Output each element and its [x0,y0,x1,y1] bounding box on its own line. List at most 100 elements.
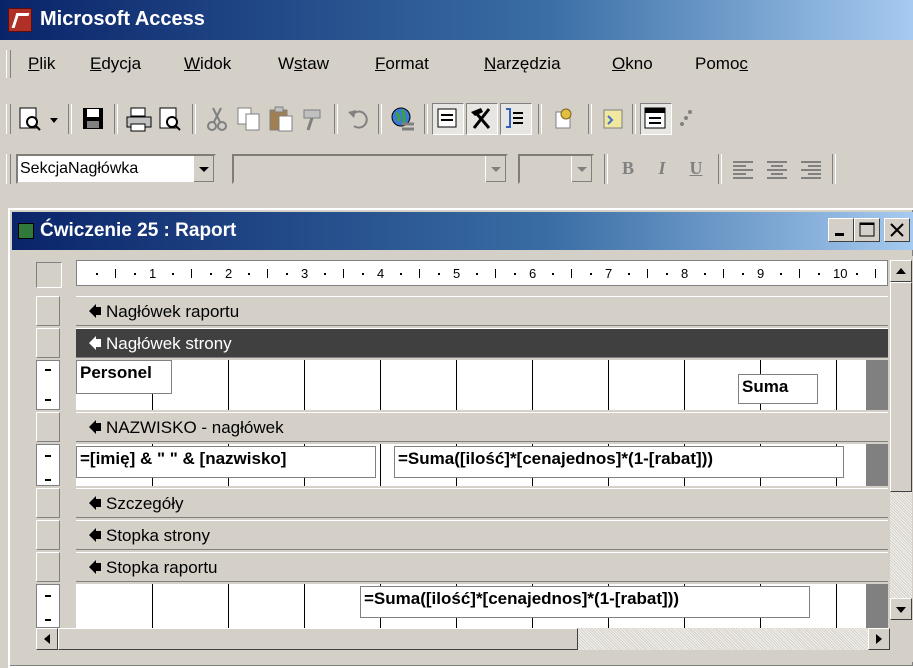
menu-bar: Plik Edycja Widok Wstaw Format Narzędzia… [0,40,913,88]
hyperlink-icon[interactable] [388,104,418,134]
chevron-down-icon[interactable] [193,156,214,182]
toolbar-grip[interactable] [6,154,11,184]
toolbar-separator [588,104,592,134]
print-icon[interactable] [124,104,154,134]
save-icon[interactable] [78,104,108,134]
code-icon[interactable] [598,104,628,134]
textbox-report-sum[interactable]: =Suma([ilość]*[cenajednos]*(1-[rabat])) [360,586,810,618]
page-header-section[interactable]: Personel Suma [76,360,888,410]
section-selector[interactable] [36,520,60,550]
properties-icon[interactable] [640,103,672,135]
textbox-name-expression[interactable]: =[imię] & " " & [nazwisko] [76,446,376,478]
align-left-icon[interactable] [728,154,758,184]
toolbar-separator [192,104,196,134]
menu-edycja[interactable]: Edycja [90,54,141,74]
scroll-up-button[interactable] [890,260,912,282]
band-page-footer[interactable]: Stopka strony [76,520,888,550]
paste-icon[interactable] [266,104,296,134]
menu-wstaw[interactable]: Wstaw [278,54,329,74]
format-painter-icon[interactable] [298,104,328,134]
toolbar-separator [424,104,428,134]
object-select[interactable]: SekcjaNagłówka [16,154,216,184]
chevron-down-icon[interactable] [571,156,592,182]
horizontal-scrollbar[interactable] [36,628,890,650]
print-preview-icon[interactable] [16,104,46,134]
section-selector[interactable] [36,328,60,358]
horizontal-scroll-thumb[interactable] [58,628,578,650]
preview-icon[interactable] [156,104,186,134]
menu-widok[interactable]: Widok [184,54,231,74]
menu-pomoc[interactable]: Pomoc [695,54,748,74]
ruler-tick [495,269,496,278]
toolbar-grip[interactable] [6,104,11,134]
band-label: Szczegóły [106,494,184,513]
toolbox-icon[interactable] [466,103,498,135]
formatting-toolbar: SekcjaNagłówka B I U [0,146,913,192]
ruler-dot [628,273,630,275]
label-personel[interactable]: Personel [76,360,172,394]
autoformat-icon[interactable] [548,104,578,134]
report-selector[interactable] [36,262,62,288]
scroll-down-button[interactable] [890,598,912,620]
menu-plik[interactable]: Plik [28,54,55,74]
section-selector[interactable] [36,412,60,442]
band-label: NAZWISKO - nagłówek [106,418,284,437]
chevron-down-icon[interactable] [46,104,62,134]
band-detail[interactable]: Szczegóły [76,488,888,518]
grid-line [380,360,381,410]
ruler-tick [115,269,116,278]
section-marker-icon [89,304,101,318]
ruler-dot [704,273,706,275]
chevron-down-icon[interactable] [485,156,506,182]
grid-line [684,360,685,410]
align-right-icon[interactable] [796,154,826,184]
vertical-ruler [36,360,60,410]
report-footer-section[interactable]: =Suma([ilość]*[cenajednos]*(1-[rabat])) [76,584,888,628]
font-size-select[interactable] [518,154,594,184]
grid-line [152,584,153,628]
more-tools-icon[interactable] [676,104,696,134]
band-report-footer[interactable]: Stopka raportu [76,552,888,582]
ruler-dot [286,273,288,275]
label-suma[interactable]: Suma [738,374,818,404]
menu-narzedzia[interactable]: Narzędzia [484,54,561,74]
italic-button[interactable]: I [648,154,676,182]
toolbar-separator [68,104,72,134]
menu-format[interactable]: Format [375,54,429,74]
horizontal-ruler: 1 2 3 4 5 6 7 8 9 10 [76,260,888,286]
toolbar-separator [632,104,636,134]
cut-icon[interactable] [202,104,232,134]
textbox-group-sum[interactable]: =Suma([ilość]*[cenajednos]*(1-[rabat])) [394,446,844,478]
minimize-button[interactable] [828,218,854,242]
scroll-right-button[interactable] [868,628,890,650]
section-selector[interactable] [36,296,60,326]
vertical-scrollbar[interactable] [890,260,912,620]
undo-icon[interactable] [344,104,374,134]
group-header-section[interactable]: =[imię] & " " & [nazwisko] =Suma([ilość]… [76,444,888,486]
underline-button[interactable]: U [682,154,710,182]
menu-grip[interactable] [6,50,11,78]
band-page-header[interactable]: Nagłówek strony [76,328,888,358]
sorting-grouping-icon[interactable] [500,103,532,135]
section-selector[interactable] [36,488,60,518]
font-name-select[interactable] [232,154,508,184]
toolbar-separator [832,154,836,184]
toolbar-separator [604,154,608,184]
ruler-dot [552,273,554,275]
maximize-button[interactable] [854,218,880,242]
bold-button[interactable]: B [614,154,642,182]
app-title-bar: Microsoft Access [0,0,913,40]
section-marker-icon [89,560,101,574]
scroll-left-button[interactable] [36,628,58,650]
band-report-header[interactable]: Nagłówek raportu [76,296,888,326]
object-select-value: SekcjaNagłówka [20,160,139,177]
copy-icon[interactable] [234,104,264,134]
menu-okno[interactable]: Okno [612,54,653,74]
band-group-header[interactable]: NAZWISKO - nagłówek [76,412,888,442]
align-center-icon[interactable] [762,154,792,184]
vertical-scroll-thumb[interactable] [890,282,912,492]
field-list-icon[interactable] [432,103,464,135]
unused-area [866,360,888,410]
section-selector[interactable] [36,552,60,582]
close-button[interactable] [884,218,910,242]
